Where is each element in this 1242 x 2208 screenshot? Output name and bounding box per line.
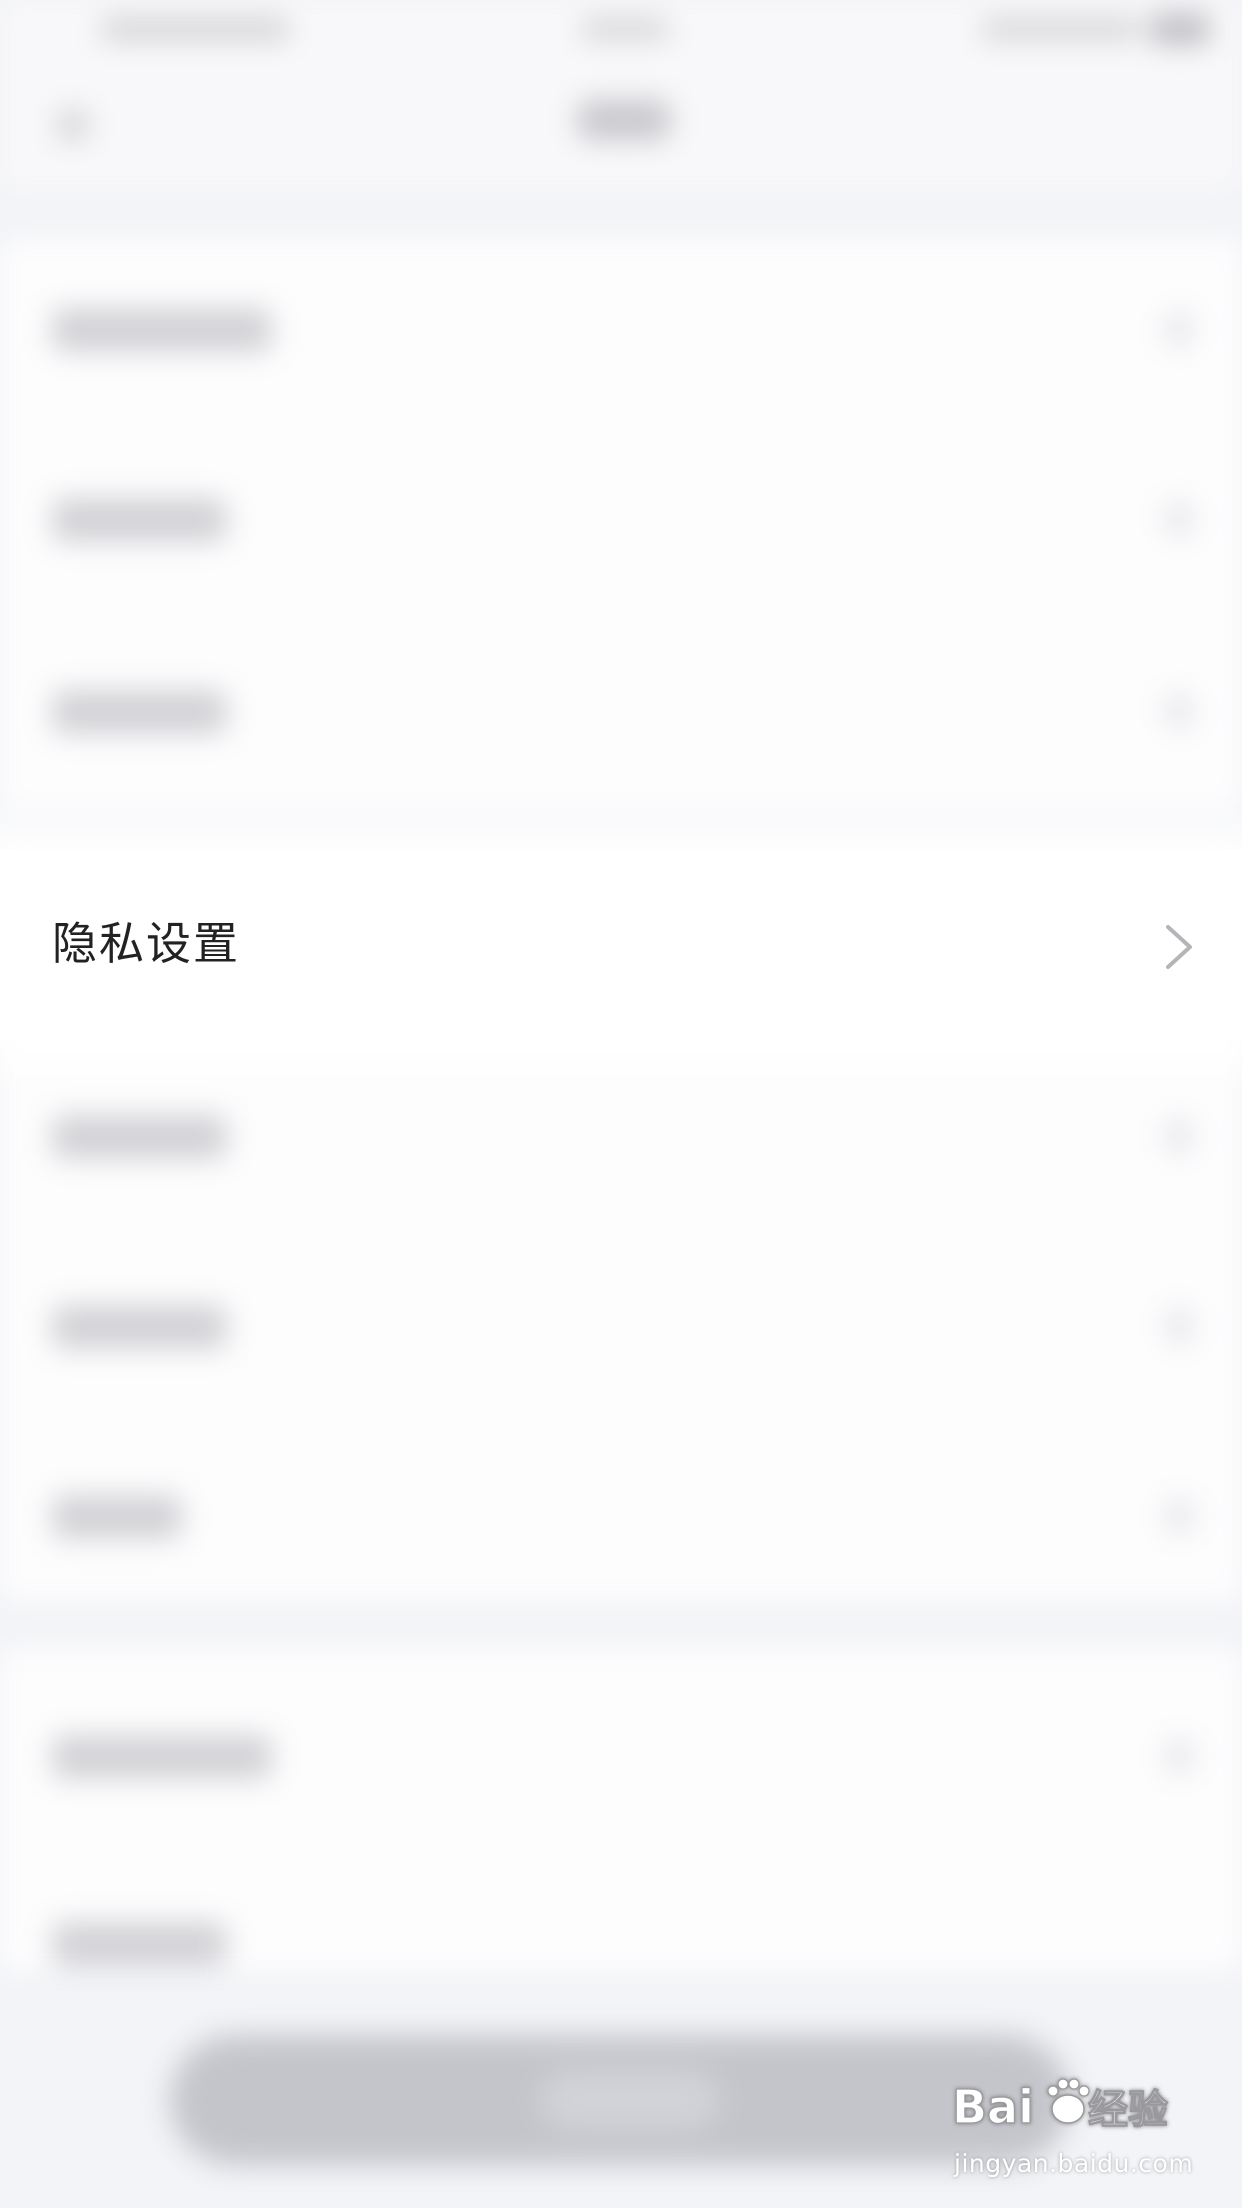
- settings-group-1: [0, 240, 1242, 810]
- svg-text:Bai: Bai: [952, 2080, 1034, 2134]
- chevron-right-icon: [1168, 502, 1190, 536]
- chevron-right-icon: [1168, 1309, 1190, 1343]
- status-bar-indicators: [980, 18, 1140, 40]
- settings-screen: 隐私设置 Bai 经验 jingyan.baidu.com: [0, 0, 1242, 2208]
- settings-item[interactable]: [52, 690, 227, 734]
- navigation-bar: [0, 60, 1242, 190]
- settings-item[interactable]: [52, 1495, 182, 1539]
- baidu-jingyan-logo: Bai 经验: [951, 2078, 1169, 2135]
- blurred-background: [0, 0, 1242, 2208]
- chevron-right-icon: [1166, 925, 1192, 969]
- settings-item[interactable]: [52, 1305, 227, 1349]
- privacy-settings-label: 隐私设置: [52, 917, 241, 970]
- baidu-jingyan-watermark: Bai 经验 jingyan.baidu.com: [950, 2075, 1194, 2185]
- back-arrow-icon[interactable]: [58, 110, 88, 140]
- page-title: [578, 100, 670, 140]
- settings-item[interactable]: [52, 1115, 227, 1159]
- svg-text:经验: 经验: [1088, 2087, 1168, 2133]
- chevron-right-icon: [1168, 1739, 1190, 1773]
- battery-icon: [1150, 14, 1210, 44]
- status-bar: [0, 0, 1242, 60]
- chevron-right-icon: [1168, 694, 1190, 728]
- settings-item[interactable]: [52, 498, 227, 542]
- status-bar-time: [580, 18, 670, 40]
- settings-item[interactable]: [52, 1922, 227, 1966]
- bottom-action-label: [540, 2070, 720, 2130]
- chevron-right-icon: [1168, 312, 1190, 346]
- chevron-right-icon: [1168, 1499, 1190, 1533]
- settings-item[interactable]: [52, 1735, 272, 1779]
- settings-item[interactable]: [52, 308, 272, 352]
- privacy-settings-item[interactable]: 隐私设置: [0, 850, 1242, 1040]
- chevron-right-icon: [1168, 1119, 1190, 1153]
- watermark-url: jingyan.baidu.com: [954, 2149, 1194, 2178]
- settings-group-3: [0, 1650, 1242, 1970]
- status-bar-carrier: [100, 18, 290, 40]
